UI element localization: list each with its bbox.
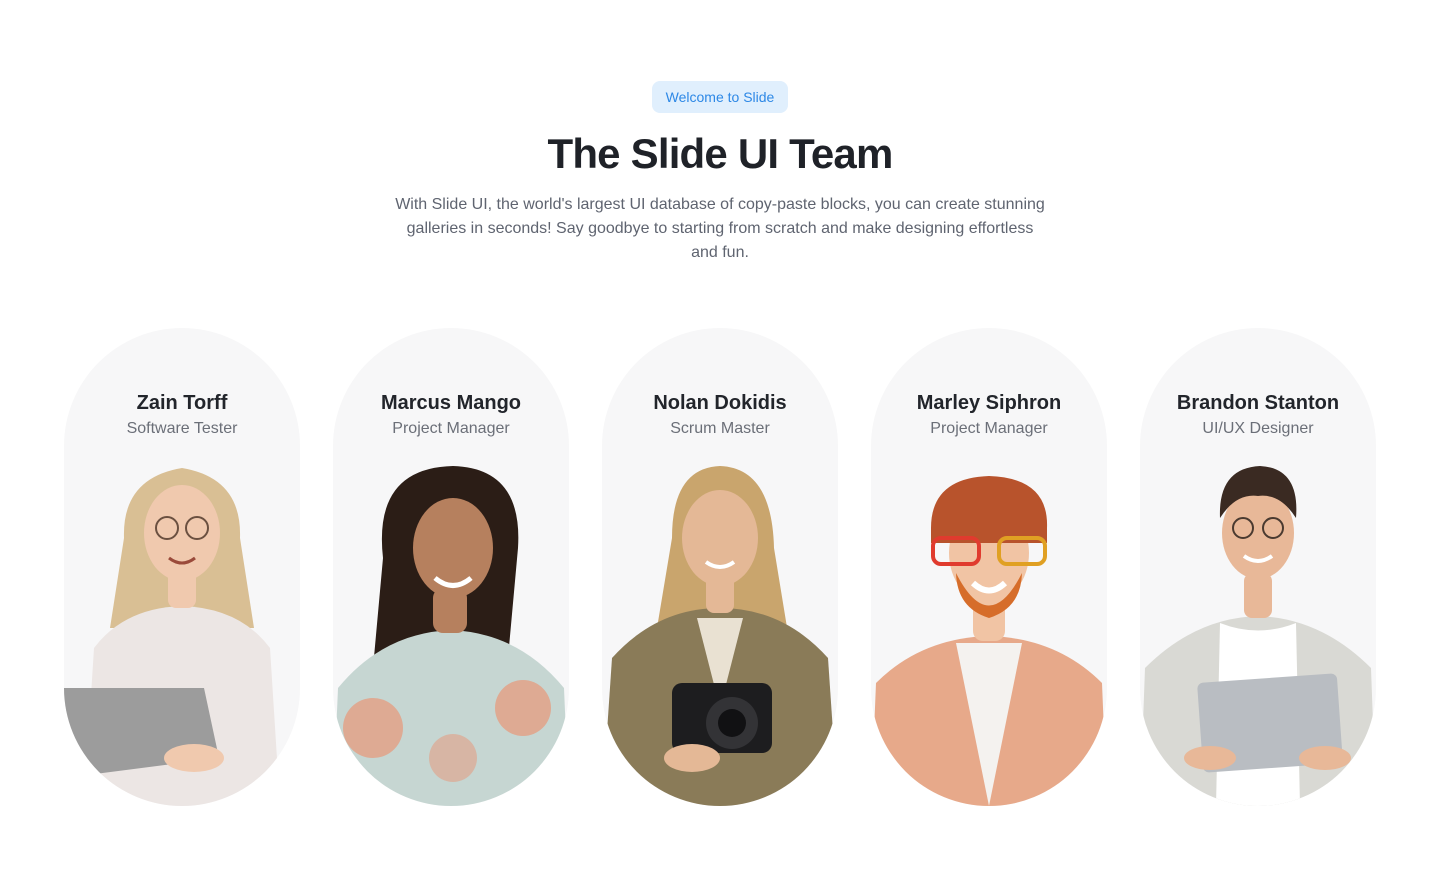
member-photo	[333, 458, 569, 806]
member-role: Scrum Master	[670, 420, 770, 437]
member-role: UI/UX Designer	[1202, 420, 1314, 437]
page-title: The Slide UI Team	[547, 130, 893, 177]
member-name: Zain Torff	[136, 392, 228, 414]
welcome-badge: Welcome to Slide	[652, 81, 788, 113]
member-photo	[871, 458, 1107, 806]
team-card[interactable]: Nolan Dokidis Scrum Master	[602, 328, 838, 806]
page-description: With Slide UI, the world's largest UI da…	[395, 196, 1045, 261]
team-card[interactable]: Marcus Mango Project Manager	[333, 328, 569, 806]
member-photo	[602, 458, 838, 806]
member-name: Marley Siphron	[916, 392, 1062, 414]
member-role: Project Manager	[930, 420, 1048, 437]
team-grid: Zain Torff Software Tester Marcus Mango	[64, 328, 1376, 806]
team-card[interactable]: Brandon Stanton UI/UX Designer	[1140, 328, 1376, 806]
member-photo	[64, 458, 300, 806]
member-name: Brandon Stanton	[1176, 392, 1340, 414]
member-photo	[1140, 458, 1376, 806]
member-role: Project Manager	[392, 420, 510, 437]
team-card[interactable]: Marley Siphron Project Manager	[871, 328, 1107, 806]
team-section: Welcome to Slide The Slide UI Team With …	[0, 0, 1440, 886]
member-role: Software Tester	[126, 420, 238, 437]
member-name: Nolan Dokidis	[653, 392, 787, 414]
team-card[interactable]: Zain Torff Software Tester	[64, 328, 300, 806]
member-name: Marcus Mango	[380, 392, 522, 414]
